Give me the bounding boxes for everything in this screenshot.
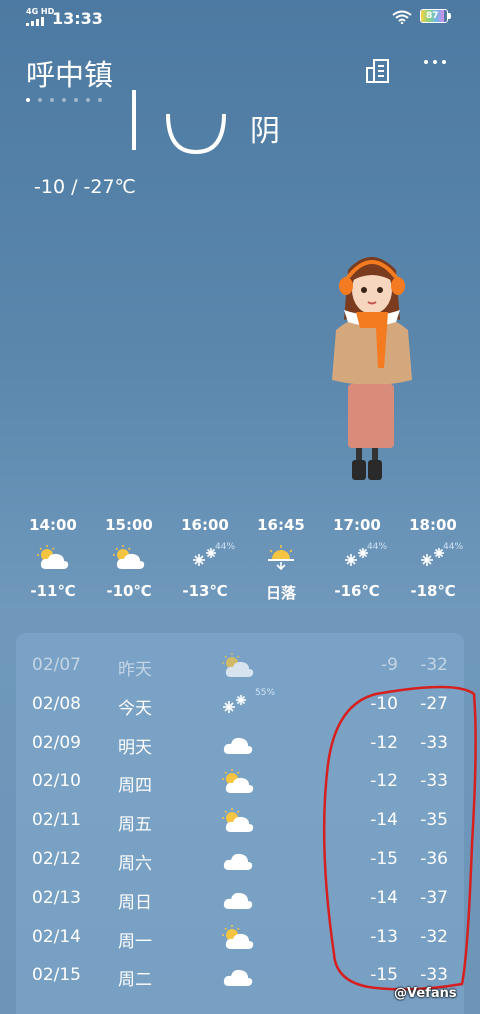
status-time: 13:33 bbox=[52, 9, 103, 28]
cloud-icon bbox=[221, 841, 271, 879]
status-bar: 4G HD 13:33 87 bbox=[0, 0, 480, 36]
partly-cloudy-icon bbox=[221, 802, 271, 840]
hour-value: -10℃ bbox=[106, 582, 152, 600]
hour-item: 14:00 -11℃ bbox=[15, 516, 91, 600]
partly-cloudy-icon bbox=[221, 647, 271, 685]
hour-time: 16:45 bbox=[257, 516, 305, 534]
hour-value: 日落 bbox=[265, 584, 296, 602]
hour-time: 17:00 bbox=[333, 516, 381, 534]
partly-cloudy-icon bbox=[91, 542, 167, 574]
character-illustration bbox=[332, 257, 412, 480]
city-manage-icon[interactable] bbox=[364, 58, 392, 84]
page-indicator bbox=[26, 98, 102, 102]
day-label: 周六 bbox=[118, 854, 152, 874]
snow-icon: 44% bbox=[395, 542, 471, 574]
hour-time: 18:00 bbox=[409, 516, 457, 534]
battery-tip bbox=[448, 13, 451, 19]
hour-item: 16:45 日落 bbox=[243, 516, 319, 603]
day-label: 今天 bbox=[118, 698, 152, 719]
cloud-icon bbox=[221, 880, 271, 918]
snow-icon: 55% bbox=[221, 686, 275, 724]
day-date: 02/10 bbox=[32, 771, 81, 792]
hour-item: 18:00 44% -18℃ bbox=[395, 516, 471, 600]
watermark: @Vefans bbox=[394, 986, 457, 1001]
partly-cloudy-icon bbox=[221, 919, 271, 957]
signal-icon bbox=[26, 17, 44, 26]
hour-value: -13℃ bbox=[182, 582, 228, 600]
precip-percent: 44% bbox=[443, 542, 464, 552]
day-date: 02/08 bbox=[32, 693, 81, 714]
red-annotation-circle bbox=[322, 685, 477, 991]
hour-time: 16:00 bbox=[181, 516, 229, 534]
precip-percent: 44% bbox=[215, 542, 236, 552]
hour-item: 17:00 44% -16℃ bbox=[319, 516, 395, 600]
day-date: 02/15 bbox=[32, 965, 81, 986]
day-date: 02/09 bbox=[32, 732, 81, 753]
hour-item: 16:00 44% -13℃ bbox=[167, 516, 243, 600]
hourly-forecast[interactable]: 14:00 -11℃ 15:00 -10℃ 16:00 44% -13℃ 16:45 日落 17:… bbox=[0, 516, 480, 606]
current-temp-glyph bbox=[132, 90, 226, 155]
day-low: -9 bbox=[381, 655, 398, 675]
day-date: 02/14 bbox=[32, 926, 81, 947]
day-label: 周四 bbox=[118, 776, 152, 797]
day-date: 02/07 bbox=[32, 655, 81, 675]
day-label: 昨天 bbox=[118, 660, 152, 680]
day-date: 02/13 bbox=[32, 887, 81, 908]
hour-value: -11℃ bbox=[30, 582, 76, 600]
hour-time: 15:00 bbox=[105, 516, 153, 534]
hour-time: 14:00 bbox=[29, 516, 77, 534]
precip-percent: 44% bbox=[367, 542, 388, 552]
day-label: 周五 bbox=[118, 815, 152, 836]
battery-icon: 87 bbox=[420, 9, 448, 23]
sunset-icon bbox=[243, 542, 319, 574]
day-label: 周日 bbox=[118, 892, 152, 913]
day-label: 周一 bbox=[118, 931, 152, 952]
snow-icon: 44% bbox=[319, 542, 395, 574]
day-date: 02/11 bbox=[32, 810, 81, 831]
precip-percent: 55% bbox=[255, 687, 276, 698]
hour-value: -16℃ bbox=[334, 582, 380, 600]
day-date: 02/12 bbox=[32, 849, 81, 869]
battery-level: 87 bbox=[426, 11, 439, 21]
cloud-icon bbox=[221, 957, 271, 995]
wifi-icon bbox=[392, 10, 412, 24]
daily-row[interactable]: 02/07 昨天 -9 -32 bbox=[16, 647, 464, 685]
cloud-icon bbox=[221, 725, 271, 763]
partly-cloudy-icon bbox=[15, 542, 91, 574]
current-condition: 阴 bbox=[250, 114, 280, 149]
snow-icon: 44% bbox=[167, 542, 243, 574]
partly-cloudy-icon bbox=[221, 763, 271, 801]
day-label: 周二 bbox=[118, 970, 152, 991]
hour-item: 15:00 -10℃ bbox=[91, 516, 167, 600]
hour-value: -18℃ bbox=[410, 582, 456, 600]
network-label: 4G HD bbox=[26, 7, 55, 16]
day-label: 明天 bbox=[118, 737, 152, 758]
more-icon[interactable] bbox=[424, 60, 446, 64]
today-range: -10 / -27℃ bbox=[34, 176, 136, 198]
city-name[interactable]: 呼中镇 bbox=[26, 52, 113, 94]
day-high: -32 bbox=[420, 655, 448, 675]
